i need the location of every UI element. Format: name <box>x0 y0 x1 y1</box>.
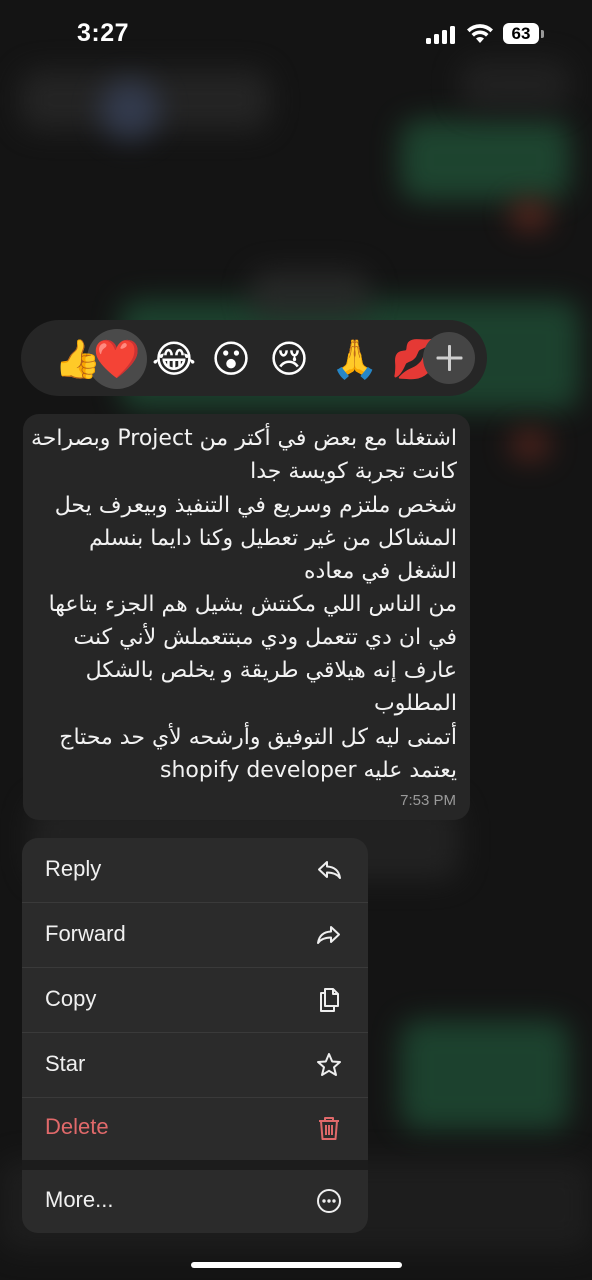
more-label: More... <box>45 1187 114 1212</box>
message-line: shopify developer يعتمد عليه <box>160 758 457 783</box>
wifi-icon <box>467 24 493 43</box>
star-label: Star <box>45 1051 86 1076</box>
message-line: أتمنى ليه كل التوفيق وأرشحه لأي حد محتاج <box>59 725 457 750</box>
copy-menu-item[interactable]: Copy <box>22 968 368 1032</box>
message-context-menu: Reply Forward Copy Star Delete More... <box>22 838 368 1233</box>
message-line: المشاكل من غير تعطيل وكنا دايما بنسلم <box>88 526 457 551</box>
message-bubble[interactable]: اشتغلنا مع بعض في أكتر من Project وبصراح… <box>23 414 470 820</box>
delete-label: Delete <box>45 1114 109 1139</box>
copy-label: Copy <box>45 986 97 1011</box>
forward-menu-item[interactable]: Forward <box>22 903 368 967</box>
reaction-pray[interactable]: 🙏 <box>330 334 380 384</box>
reaction-surprised[interactable]: 😮 <box>206 334 256 384</box>
message-line: اشتغلنا مع بعض في أكتر من Project وبصراح… <box>30 426 457 451</box>
delete-menu-item[interactable]: Delete <box>22 1096 368 1160</box>
message-line: كانت تجربة كويسة جدا <box>250 459 457 484</box>
message-line: في ان دي تتعمل ودي مبتتعملش لأني كنت <box>73 625 457 650</box>
forward-label: Forward <box>45 921 126 946</box>
reaction-bar[interactable]: 👍 ❤️ 😂 😮 😢 🙏 💋 <box>21 320 487 396</box>
message-line: شخص ملتزم وسريع في التنفيذ وبيعرف يحل <box>54 493 457 518</box>
reaction-laughing[interactable]: 😂 <box>149 334 199 384</box>
reply-label: Reply <box>45 856 102 881</box>
message-timestamp: 7:53 PM <box>400 792 456 809</box>
status-time: 3:27 <box>77 19 130 47</box>
message-line: من الناس اللي مكنتش بشيل هم الجزء بتاعها <box>48 592 457 617</box>
more-icon <box>317 1189 341 1213</box>
forward-icon <box>317 926 340 944</box>
copy-icon <box>320 988 339 1012</box>
message-line: عارف إنه هيلاقي طريقة و يخلص بالشكل <box>85 658 457 683</box>
star-menu-item[interactable]: Star <box>22 1033 368 1097</box>
more-reactions-button[interactable] <box>423 332 475 384</box>
reaction-heart[interactable]: ❤️ <box>92 334 142 384</box>
home-indicator[interactable] <box>191 1262 402 1268</box>
battery-cap <box>541 30 544 38</box>
reaction-crying[interactable]: 😢 <box>264 334 314 384</box>
trash-icon <box>319 1117 339 1140</box>
star-icon <box>317 1053 341 1076</box>
message-line: المطلوب <box>374 691 457 716</box>
message-line: الشغل في معاده <box>304 559 457 584</box>
reply-menu-item[interactable]: Reply <box>22 838 368 902</box>
cellular-signal-icon <box>426 26 458 44</box>
battery-icon: 63 <box>503 23 539 44</box>
status-bar: 3:27 63 <box>0 0 592 70</box>
reply-icon <box>318 861 341 879</box>
more-menu-item[interactable]: More... <box>22 1169 368 1233</box>
